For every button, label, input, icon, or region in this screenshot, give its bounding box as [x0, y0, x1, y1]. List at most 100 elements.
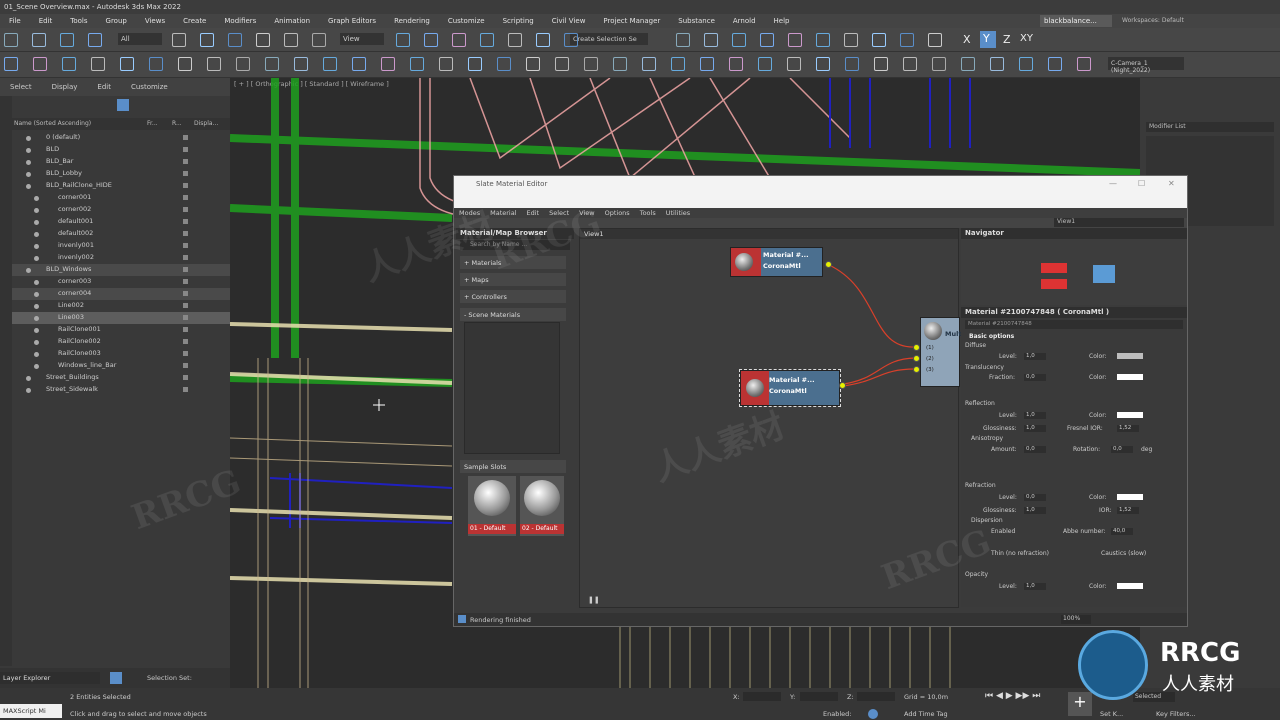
toolbar-tool-icon[interactable] — [555, 57, 569, 71]
tree-item[interactable]: corner003 — [12, 276, 230, 288]
add-time-tag[interactable]: Add Time Tag — [904, 710, 948, 718]
key-filters-button[interactable]: Key Filters... — [1156, 710, 1196, 718]
browser-scene-materials[interactable]: - Scene Materials — [460, 308, 566, 321]
x-coord-field[interactable] — [743, 692, 781, 701]
fresnel-input[interactable]: 1,52 — [1117, 425, 1139, 432]
z-coord-field[interactable] — [857, 692, 895, 701]
abbe-input[interactable]: 40,0 — [1111, 528, 1133, 535]
toolbar-tool-icon[interactable] — [872, 33, 886, 47]
visibility-eye-icon[interactable] — [34, 364, 39, 369]
toolbar-tool-icon[interactable] — [62, 57, 76, 71]
slate-menu-options[interactable]: Options — [600, 208, 635, 218]
toolbar-tool-icon[interactable] — [1048, 57, 1062, 71]
menu-views[interactable]: Views — [136, 17, 174, 25]
tree-item[interactable]: BLD — [12, 144, 230, 156]
maxscript-listener[interactable]: MAXScript Mi — [0, 704, 62, 718]
y-coord-field[interactable] — [800, 692, 838, 701]
object-name-field[interactable]: C-Camera_1 (Night_2022) — [1108, 57, 1184, 74]
refr-color-swatch[interactable] — [1117, 494, 1143, 500]
slate-menu-edit[interactable]: Edit — [522, 208, 545, 218]
scene-materials-list[interactable] — [464, 322, 560, 454]
axis-y-icon[interactable]: Y — [980, 31, 996, 48]
render-toggle-icon[interactable] — [183, 255, 188, 260]
toolbar-tool-icon[interactable] — [990, 57, 1004, 71]
toolbar-tool-icon[interactable] — [508, 33, 522, 47]
tree-item[interactable]: corner001 — [12, 192, 230, 204]
toolbar-tool-icon[interactable] — [172, 33, 186, 47]
render-toggle-icon[interactable] — [183, 159, 188, 164]
toolbar-tool-icon[interactable] — [1077, 57, 1091, 71]
slate-view-dropdown[interactable]: View1 — [1054, 218, 1184, 227]
zoom-field[interactable]: 100% — [1061, 615, 1091, 624]
toolbar-tool-icon[interactable] — [613, 57, 627, 71]
toolbar-tool-icon[interactable] — [787, 57, 801, 71]
toolbar-tool-icon[interactable] — [480, 33, 494, 47]
menu-animation[interactable]: Animation — [265, 17, 319, 25]
navigator-view[interactable] — [961, 239, 1187, 305]
sample-slot-1[interactable]: 01 - Default — [468, 476, 516, 536]
axis-xy-icon[interactable]: XY — [1020, 33, 1033, 44]
visibility-eye-icon[interactable] — [26, 136, 31, 141]
visibility-eye-icon[interactable] — [34, 280, 39, 285]
slate-menu-material[interactable]: Material — [485, 208, 521, 218]
render-toggle-icon[interactable] — [183, 267, 188, 272]
toolbar-tool-icon[interactable] — [700, 57, 714, 71]
refl-glossiness-input[interactable]: 1,0 — [1024, 425, 1046, 432]
toolbar-tool-icon[interactable] — [60, 33, 74, 47]
toolbar-tool-icon[interactable] — [468, 57, 482, 71]
render-toggle-icon[interactable] — [183, 231, 188, 236]
toolbar-tool-icon[interactable] — [410, 57, 424, 71]
toolbar-tool-icon[interactable] — [903, 57, 917, 71]
tree-item[interactable]: RailClone001 — [12, 324, 230, 336]
col-render[interactable]: R... — [172, 120, 182, 127]
toolbar-tool-icon[interactable] — [816, 33, 830, 47]
opacity-color-swatch[interactable] — [1117, 583, 1143, 589]
toolbar-tool-icon[interactable] — [732, 33, 746, 47]
thin-checkbox[interactable]: Thin (no refraction) — [991, 550, 1049, 557]
visibility-eye-icon[interactable] — [34, 292, 39, 297]
toolbar-tool-icon[interactable] — [33, 57, 47, 71]
tree-item[interactable]: Street_Buildings — [12, 372, 230, 384]
toolbar-tool-icon[interactable] — [704, 33, 718, 47]
visibility-eye-icon[interactable] — [34, 352, 39, 357]
visibility-eye-icon[interactable] — [26, 184, 31, 189]
menu-substance[interactable]: Substance — [669, 17, 724, 25]
menu-project-manager[interactable]: Project Manager — [594, 17, 669, 25]
account-button[interactable]: blackbalance... — [1040, 15, 1112, 27]
toolbar-tool-icon[interactable] — [584, 57, 598, 71]
render-toggle-icon[interactable] — [183, 375, 188, 380]
visibility-eye-icon[interactable] — [26, 376, 31, 381]
multi-input-port-3[interactable] — [913, 366, 920, 373]
tree-item[interactable]: BLD_Windows — [12, 264, 230, 276]
toolbar-tool-icon[interactable] — [178, 57, 192, 71]
named-selection-dropdown[interactable]: Create Selection Se — [570, 33, 648, 45]
multi-material-node[interactable]: Mult (1) (2) (3) — [920, 317, 961, 387]
visibility-eye-icon[interactable] — [26, 148, 31, 153]
visibility-eye-icon[interactable] — [34, 244, 39, 249]
selection-filter-dropdown[interactable]: All — [118, 33, 162, 45]
set-key-icon[interactable]: + — [1068, 692, 1092, 716]
amount-input[interactable]: 0,0 — [1024, 446, 1046, 453]
toolbar-tool-icon[interactable] — [265, 57, 279, 71]
visibility-eye-icon[interactable] — [34, 304, 39, 309]
workspace-selector[interactable]: Workspaces: Default — [1122, 17, 1184, 24]
maximize-icon[interactable]: ☐ — [1138, 179, 1145, 188]
toolbar-tool-icon[interactable] — [284, 33, 298, 47]
render-toggle-icon[interactable] — [183, 303, 188, 308]
toolbar-tool-icon[interactable] — [91, 57, 105, 71]
menu-arnold[interactable]: Arnold — [724, 17, 765, 25]
toolbar-tool-icon[interactable] — [564, 33, 578, 47]
axis-z-icon[interactable]: Z — [1003, 33, 1011, 46]
toolbar-tool-icon[interactable] — [4, 33, 18, 47]
render-toggle-icon[interactable] — [183, 351, 188, 356]
visibility-eye-icon[interactable] — [26, 172, 31, 177]
slate-menu-utilities[interactable]: Utilities — [661, 208, 695, 218]
axis-x-icon[interactable]: X — [963, 33, 971, 46]
menu-civil-view[interactable]: Civil View — [543, 17, 595, 25]
toolbar-tool-icon[interactable] — [207, 57, 221, 71]
toolbar-tool-icon[interactable] — [88, 33, 102, 47]
tree-item[interactable]: Line003 — [12, 312, 230, 324]
render-toggle-icon[interactable] — [183, 135, 188, 140]
tree-item[interactable]: Windows_line_Bar — [12, 360, 230, 372]
toolbar-tool-icon[interactable] — [536, 33, 550, 47]
